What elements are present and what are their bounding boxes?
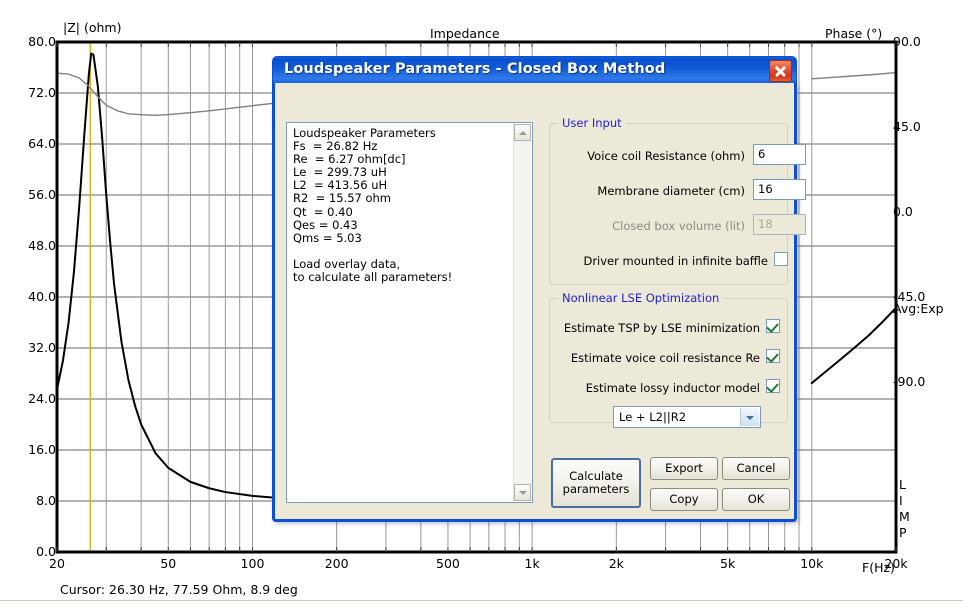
copy-button[interactable]: Copy [650, 488, 718, 511]
x-axis-tick: 2k [608, 556, 624, 571]
close-icon[interactable] [769, 60, 792, 82]
y-axis-tick-left: 8.0 [36, 493, 56, 508]
dialog-titlebar[interactable]: Loudspeaker Parameters - Closed Box Meth… [272, 56, 797, 83]
y-axis-tick-left: 72.0 [28, 85, 56, 100]
estimate-tsp-label: Estimate TSP by LSE minimization [563, 321, 760, 335]
y-axis-tick-right: 90.0 [893, 34, 921, 49]
parameters-output-text: Loudspeaker Parameters Fs = 26.82 Hz Re … [293, 126, 453, 285]
scroll-down-icon[interactable] [514, 484, 531, 501]
y-axis-tick-right: 0.0 [893, 204, 913, 219]
x-axis-tick: 20 [49, 556, 65, 571]
x-axis-tick: 5k [720, 556, 736, 571]
user-input-legend: User Input [558, 116, 626, 130]
y-axis-title-right: Phase (°) [825, 26, 883, 41]
closed-box-volume-label: Closed box volume (lit) [612, 219, 745, 233]
calculate-parameters-button[interactable]: Calculate parameters [551, 458, 641, 508]
x-axis-tick: 1k [524, 556, 540, 571]
y-axis-tick-left: 24.0 [28, 391, 56, 406]
y-axis-tick-left: 40.0 [28, 289, 56, 304]
ok-button[interactable]: OK [722, 488, 790, 511]
voice-coil-resistance-label: Voice coil Resistance (ohm) [587, 149, 745, 163]
infinite-baffle-checkbox[interactable] [774, 252, 788, 266]
chevron-down-icon[interactable] [740, 408, 759, 426]
y-axis-ticks-left: 0.0 8.0 16.0 24.0 32.0 40.0 48.0 56.0 64.0 72.0 80… [0, 0, 56, 578]
closed-box-volume-input: 18 [753, 214, 806, 235]
user-input-group: User Input Voice coil Resistance (ohm) 6… [549, 116, 806, 285]
y-axis-tick-right: 45.0 [893, 119, 921, 134]
y-axis-tick-left: 64.0 [28, 136, 56, 151]
scroll-up-icon[interactable] [514, 124, 531, 141]
x-axis-tick: 10k [800, 556, 824, 571]
inductor-model-select[interactable]: Le + L2||R2 [613, 406, 761, 428]
estimate-re-checkbox[interactable] [766, 349, 780, 363]
nonlinear-lse-legend: Nonlinear LSE Optimization [558, 291, 724, 305]
output-scrollbar[interactable] [513, 124, 531, 501]
estimate-inductor-checkbox[interactable] [766, 379, 780, 393]
dialog-title: Loudspeaker Parameters - Closed Box Meth… [284, 61, 666, 77]
y-axis-title-left: |Z| (ohm) [63, 20, 122, 35]
voice-coil-resistance-input[interactable]: 6 [753, 144, 806, 165]
membrane-diameter-label: Membrane diameter (cm) [597, 184, 745, 198]
application-window: |Z| (ohm) Impedance Phase (°) F(Hz) Avg:… [0, 0, 963, 606]
inductor-model-selected-value: Le + L2||R2 [619, 410, 687, 424]
x-axis-tick: 50 [160, 556, 177, 571]
x-axis-tick: 100 [240, 556, 265, 571]
y-axis-tick-right: -90.0 [893, 374, 926, 389]
y-axis-tick-left: 48.0 [28, 238, 56, 253]
loudspeaker-parameters-dialog: Loudspeaker Parameters - Closed Box Meth… [272, 56, 806, 522]
calculate-parameters-label: Calculate parameters [562, 469, 630, 496]
nonlinear-lse-group: Nonlinear LSE Optimization Estimate TSP … [549, 291, 788, 423]
infinite-baffle-label: Driver mounted in infinite baffle [583, 254, 768, 268]
cursor-readout: Cursor: 26.30 Hz, 77.59 Ohm, 8.9 deg [60, 582, 298, 597]
y-axis-tick-left: 80.0 [28, 34, 56, 49]
chart-title: Impedance [430, 26, 500, 41]
y-axis-tick-left: 56.0 [28, 187, 56, 202]
x-axis-tick: 500 [436, 556, 460, 571]
estimate-inductor-label: Estimate lossy inductor model [585, 381, 760, 395]
limp-watermark: LIMP [899, 477, 910, 540]
window-bottom-edge [0, 600, 963, 606]
y-axis-tick-left: 32.0 [28, 340, 56, 355]
estimate-tsp-checkbox[interactable] [766, 319, 780, 333]
estimate-re-label: Estimate voice coil resistance Re [570, 351, 760, 365]
x-axis-tick: 200 [324, 556, 349, 571]
cancel-button[interactable]: Cancel [722, 457, 790, 480]
y-axis-tick-left: 16.0 [28, 442, 56, 457]
y-axis-tick-right: -45.0 [893, 289, 926, 304]
membrane-diameter-input[interactable]: 16 [753, 179, 806, 200]
parameters-output-box[interactable]: Loudspeaker Parameters Fs = 26.82 Hz Re … [286, 122, 533, 503]
x-axis-ticks: 20 50 100 200 500 1k 2k 5k 10k 20k [0, 556, 963, 578]
x-axis-tick: 20k [884, 556, 908, 571]
export-button[interactable]: Export [650, 457, 718, 480]
